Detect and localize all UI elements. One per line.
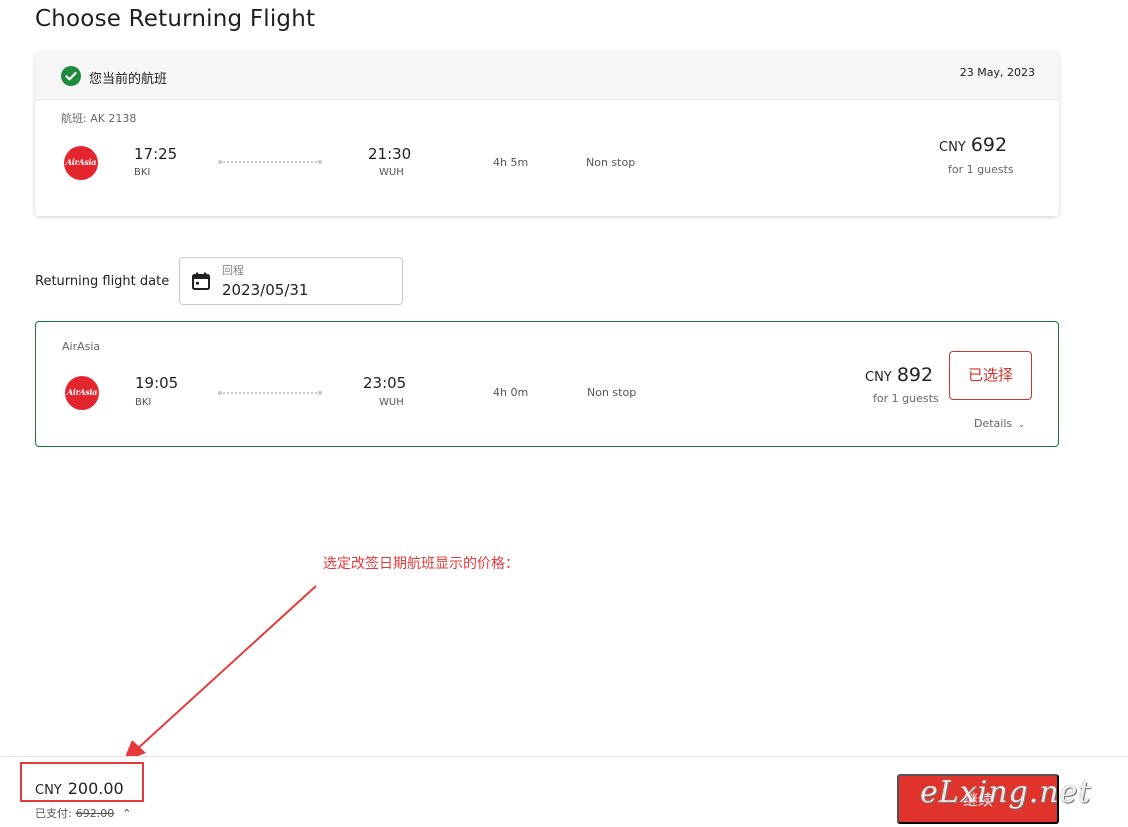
annotation-text: 选定改签日期航班显示的价格：	[323, 556, 519, 572]
arrive-airport: WUH	[379, 167, 404, 178]
paid-amount: 692.00	[75, 807, 115, 820]
details-label: Details	[974, 417, 1013, 430]
route-line	[218, 160, 322, 164]
airasia-logo: AirAsia	[64, 146, 98, 180]
page-title: Choose Returning Flight	[35, 6, 316, 32]
flight-stops: Non stop	[587, 386, 637, 399]
depart-time: 19:05	[135, 374, 179, 392]
selected-button[interactable]: 已选择	[949, 351, 1032, 400]
details-toggle[interactable]: Details ⌄	[974, 417, 1025, 430]
current-flight-price: CNY 692	[939, 134, 1008, 156]
return-flight-price: CNY 892	[865, 364, 934, 386]
flight-stops: Non stop	[586, 156, 636, 169]
bottom-bar: CNY 200.00 已支付: 692.00 ⌃ 继续 eLxing.net	[0, 756, 1128, 827]
chevron-down-icon: ⌄	[1018, 420, 1025, 429]
depart-airport: BKI	[134, 167, 151, 178]
current-flight-card: 您当前的航班 23 May, 2023 航班: AK 2138 AirAsia …	[35, 52, 1059, 216]
calendar-icon	[191, 271, 211, 295]
chevron-up-icon: ⌃	[122, 807, 132, 820]
check-circle-icon	[61, 66, 81, 86]
watermark: eLxing.net	[920, 775, 1092, 810]
paid-summary[interactable]: 已支付: 692.00 ⌃	[35, 805, 131, 821]
guest-count: for 1 guests	[948, 163, 1014, 176]
guest-count: for 1 guests	[873, 392, 939, 405]
airasia-logo: AirAsia	[65, 376, 99, 410]
flight-duration: 4h 5m	[493, 156, 529, 169]
return-date-placeholder: 回程	[222, 264, 244, 277]
arrive-time: 21:30	[368, 145, 412, 163]
arrive-airport: WUH	[379, 397, 404, 408]
depart-airport: BKI	[135, 397, 152, 408]
current-flight-date: 23 May, 2023	[959, 66, 1035, 79]
current-flight-label: 您当前的航班	[89, 72, 168, 87]
return-date-value: 2023/05/31	[222, 281, 309, 299]
depart-time: 17:25	[134, 145, 178, 163]
current-flight-header: 您当前的航班 23 May, 2023	[35, 52, 1059, 100]
airline-name: AirAsia	[62, 340, 101, 353]
return-date-field[interactable]: 回程 2023/05/31	[179, 257, 403, 305]
total-price: CNY 200.00	[35, 779, 124, 798]
arrive-time: 23:05	[363, 374, 407, 392]
route-line	[218, 391, 322, 395]
flight-number: 航班: AK 2138	[61, 112, 137, 125]
paid-label: 已支付:	[35, 807, 72, 820]
return-flight-card[interactable]: AirAsia AirAsia 19:05 BKI 23:05 WUH 4h 0…	[35, 321, 1059, 447]
return-date-label: Returning flight date	[35, 274, 170, 289]
flight-duration: 4h 0m	[493, 386, 529, 399]
